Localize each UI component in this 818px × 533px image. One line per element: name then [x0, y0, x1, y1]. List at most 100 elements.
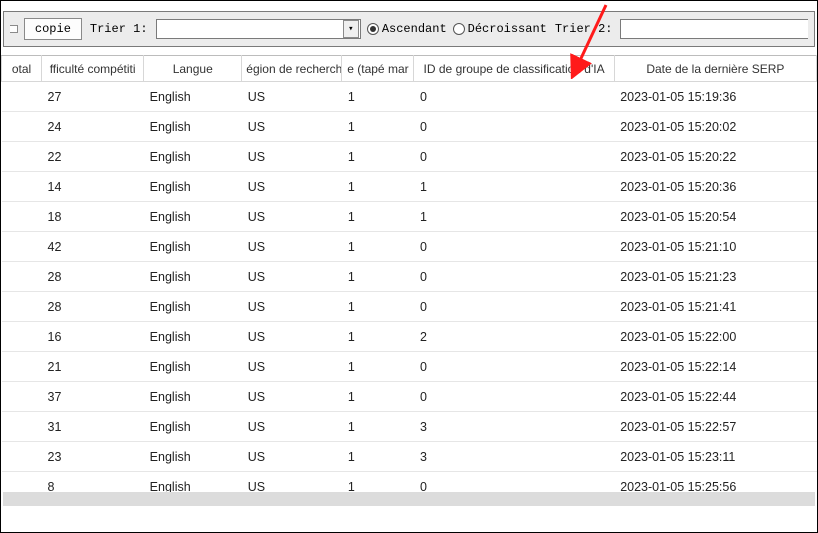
col-langue[interactable]: Langue [144, 56, 242, 82]
col-tape[interactable]: e (tapé mar [342, 56, 414, 82]
cell-tape: 1 [342, 442, 414, 472]
table-row[interactable]: 16EnglishUS122023-01-05 15:22:00 [2, 322, 817, 352]
cell-total [2, 112, 42, 142]
cell-lang: English [144, 412, 242, 442]
cell-diff: 27 [42, 82, 144, 112]
table-row[interactable]: 14EnglishUS112023-01-05 15:20:36 [2, 172, 817, 202]
cell-date: 2023-01-05 15:22:57 [614, 412, 816, 442]
cell-tape: 1 [342, 262, 414, 292]
cell-tape: 1 [342, 82, 414, 112]
col-difficulte[interactable]: fficulté compétiti [42, 56, 144, 82]
cell-lang: English [144, 352, 242, 382]
table-row[interactable]: 21EnglishUS102023-01-05 15:22:14 [2, 352, 817, 382]
cell-lang: English [144, 172, 242, 202]
cell-date: 2023-01-05 15:20:02 [614, 112, 816, 142]
col-total[interactable]: otal [2, 56, 42, 82]
cell-diff: 16 [42, 322, 144, 352]
cell-reg: US [242, 382, 342, 412]
cell-total [2, 202, 42, 232]
cell-date: 2023-01-05 15:21:10 [614, 232, 816, 262]
cell-date: 2023-01-05 15:21:23 [614, 262, 816, 292]
col-ai-group[interactable]: ID de groupe de classification d'IA [414, 56, 614, 82]
cell-reg: US [242, 352, 342, 382]
horizontal-scrollbar[interactable] [3, 492, 815, 506]
cell-tape: 1 [342, 352, 414, 382]
cell-total [2, 442, 42, 472]
cell-date: 2023-01-05 15:23:11 [614, 442, 816, 472]
cell-lang: English [144, 262, 242, 292]
cell-reg: US [242, 412, 342, 442]
cell-reg: US [242, 202, 342, 232]
descroissant-radio[interactable]: Décroissant [453, 22, 547, 36]
trier2-combo[interactable] [620, 19, 808, 39]
radio-icon [367, 23, 379, 35]
table-row[interactable]: 28EnglishUS102023-01-05 15:21:41 [2, 292, 817, 322]
cell-tape: 1 [342, 322, 414, 352]
table-row[interactable]: 28EnglishUS102023-01-05 15:21:23 [2, 262, 817, 292]
cell-reg: US [242, 442, 342, 472]
cell-date: 2023-01-05 15:20:22 [614, 142, 816, 172]
cell-tape: 1 [342, 232, 414, 262]
cell-reg: US [242, 112, 342, 142]
cell-ai: 0 [414, 112, 614, 142]
cell-diff: 28 [42, 262, 144, 292]
table-row[interactable]: 22EnglishUS102023-01-05 15:20:22 [2, 142, 817, 172]
cell-diff: 37 [42, 382, 144, 412]
table-header-row: otal fficulté compétiti Langue égion de … [2, 56, 817, 82]
table-row[interactable]: 24EnglishUS102023-01-05 15:20:02 [2, 112, 817, 142]
cell-total [2, 382, 42, 412]
cell-reg: US [242, 262, 342, 292]
table-row[interactable]: 42EnglishUS102023-01-05 15:21:10 [2, 232, 817, 262]
copie-button[interactable]: copie [24, 18, 82, 40]
table-row[interactable]: 37EnglishUS102023-01-05 15:22:44 [2, 382, 817, 412]
cell-ai: 0 [414, 262, 614, 292]
ascendant-label: Ascendant [382, 22, 447, 36]
cell-ai: 3 [414, 442, 614, 472]
col-region[interactable]: égion de recherch [242, 56, 342, 82]
cell-total [2, 352, 42, 382]
descroissant-label: Décroissant [468, 22, 547, 36]
cell-tape: 1 [342, 112, 414, 142]
cell-tape: 1 [342, 292, 414, 322]
cell-reg: US [242, 292, 342, 322]
cell-ai: 0 [414, 82, 614, 112]
cell-lang: English [144, 82, 242, 112]
table-row[interactable]: 23EnglishUS132023-01-05 15:23:11 [2, 442, 817, 472]
cell-diff: 21 [42, 352, 144, 382]
col-date[interactable]: Date de la dernière SERP [614, 56, 816, 82]
toolbar-button-cut[interactable] [10, 25, 18, 33]
cell-tape: 1 [342, 412, 414, 442]
cell-total [2, 292, 42, 322]
table-row[interactable]: 31EnglishUS132023-01-05 15:22:57 [2, 412, 817, 442]
cell-diff: 28 [42, 292, 144, 322]
cell-date: 2023-01-05 15:22:14 [614, 352, 816, 382]
table-row[interactable]: 18EnglishUS112023-01-05 15:20:54 [2, 202, 817, 232]
cell-ai: 0 [414, 142, 614, 172]
cell-date: 2023-01-05 15:22:00 [614, 322, 816, 352]
cell-total [2, 82, 42, 112]
table-row[interactable]: 27EnglishUS102023-01-05 15:19:36 [2, 82, 817, 112]
cell-diff: 24 [42, 112, 144, 142]
cell-lang: English [144, 322, 242, 352]
cell-diff: 14 [42, 172, 144, 202]
cell-diff: 22 [42, 142, 144, 172]
cell-ai: 1 [414, 172, 614, 202]
cell-total [2, 232, 42, 262]
cell-ai: 0 [414, 352, 614, 382]
cell-date: 2023-01-05 15:20:36 [614, 172, 816, 202]
cell-diff: 31 [42, 412, 144, 442]
cell-date: 2023-01-05 15:22:44 [614, 382, 816, 412]
cell-reg: US [242, 82, 342, 112]
ascendant-radio[interactable]: Ascendant [367, 22, 447, 36]
cell-tape: 1 [342, 172, 414, 202]
cell-lang: English [144, 142, 242, 172]
trier1-combo[interactable]: ▾ [156, 19, 361, 39]
cell-lang: English [144, 382, 242, 412]
cell-lang: English [144, 202, 242, 232]
cell-ai: 0 [414, 292, 614, 322]
cell-reg: US [242, 172, 342, 202]
cell-total [2, 172, 42, 202]
cell-diff: 18 [42, 202, 144, 232]
cell-lang: English [144, 442, 242, 472]
cell-tape: 1 [342, 142, 414, 172]
